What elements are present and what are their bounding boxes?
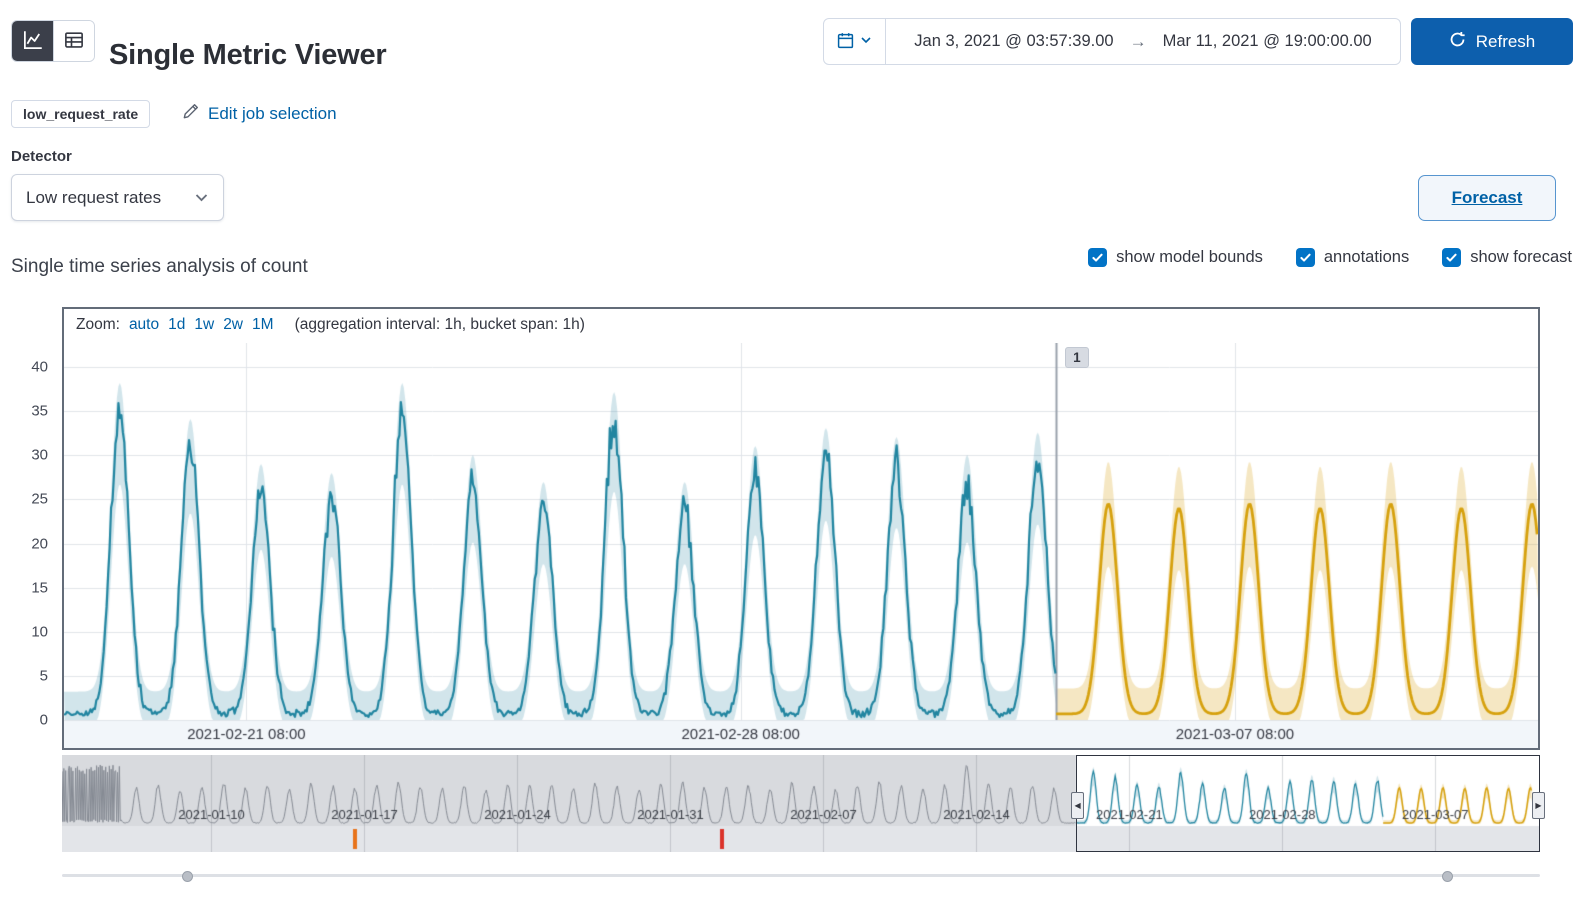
navigator-selection-brush[interactable]: ◀ ▶ bbox=[1071, 755, 1545, 852]
job-id-badge: low_request_rate bbox=[11, 100, 151, 128]
chevron-down-icon bbox=[860, 34, 872, 49]
zoom-option-1M[interactable]: 1M bbox=[252, 316, 274, 334]
single-metric-viewer-page: Single Metric Viewer Jan 3, 2021 @ 03:57… bbox=[0, 0, 1584, 904]
zoom-option-auto[interactable]: auto bbox=[129, 316, 159, 334]
show-forecast-checkbox[interactable]: show forecast bbox=[1442, 248, 1572, 267]
y-axis-label: 40 bbox=[31, 358, 48, 376]
edit-job-selection-label: Edit job selection bbox=[208, 104, 337, 123]
table-icon bbox=[64, 30, 84, 53]
refresh-icon bbox=[1449, 31, 1466, 53]
checkbox-checked-icon bbox=[1088, 248, 1108, 267]
checkbox-label: annotations bbox=[1323, 248, 1410, 266]
start-date-button[interactable]: Jan 3, 2021 @ 03:57:39.00 bbox=[914, 32, 1113, 51]
detector-select[interactable]: Low request rates bbox=[11, 174, 224, 221]
y-axis-label: 0 bbox=[39, 711, 48, 729]
y-axis-label: 30 bbox=[31, 446, 48, 464]
annotations-checkbox[interactable]: annotations bbox=[1295, 248, 1410, 267]
checkbox-checked-icon bbox=[1442, 248, 1462, 267]
detector-selected-value: Low request rates bbox=[26, 187, 162, 207]
y-axis-label: 10 bbox=[31, 623, 48, 641]
zoom-label: Zoom: bbox=[76, 316, 120, 333]
zoom-option-1w[interactable]: 1w bbox=[194, 316, 214, 334]
calendar-icon bbox=[837, 32, 854, 52]
range-slider-right-handle[interactable] bbox=[1442, 871, 1453, 882]
date-range: Jan 3, 2021 @ 03:57:39.00 → Mar 11, 2021… bbox=[886, 19, 1400, 64]
zoom-bar: Zoom: auto 1d 1w 2w 1M (aggregation inte… bbox=[76, 316, 585, 334]
zoom-option-2w[interactable]: 2w bbox=[223, 316, 243, 334]
annotation-marker-badge[interactable]: 1 bbox=[1065, 347, 1089, 368]
end-date-button[interactable]: Mar 11, 2021 @ 19:00:00.00 bbox=[1163, 32, 1372, 51]
checkbox-label: show forecast bbox=[1470, 248, 1572, 266]
y-axis-label: 20 bbox=[31, 535, 48, 552]
y-axis-labels: 0 5 10 15 20 25 30 35 40 bbox=[0, 0, 50, 904]
chevron-down-icon bbox=[194, 190, 209, 205]
chart-option-checkboxes: show model bounds annotations show forec… bbox=[1088, 248, 1572, 267]
line-chart-icon bbox=[23, 30, 43, 53]
main-timeseries-chart[interactable] bbox=[64, 343, 1538, 748]
checkbox-label: show model bounds bbox=[1116, 248, 1263, 266]
detector-label: Detector bbox=[11, 148, 72, 165]
forecast-button[interactable]: Forecast bbox=[1418, 175, 1556, 221]
aggregation-info: (aggregation interval: 1h, bucket span: … bbox=[294, 316, 585, 333]
view-toggle-group bbox=[11, 20, 95, 62]
brush-left-handle[interactable]: ◀ bbox=[1071, 792, 1085, 819]
pencil-icon bbox=[182, 103, 199, 125]
brush-right-handle[interactable]: ▶ bbox=[1531, 792, 1545, 819]
time-range-slider bbox=[62, 871, 1540, 882]
y-axis-label: 15 bbox=[31, 579, 48, 597]
zoom-option-1d[interactable]: 1d bbox=[168, 316, 185, 334]
main-chart-panel: Zoom: auto 1d 1w 2w 1M (aggregation inte… bbox=[62, 307, 1540, 750]
table-view-button[interactable] bbox=[53, 21, 94, 61]
y-axis-label: 5 bbox=[39, 667, 48, 685]
edit-job-selection-link[interactable]: Edit job selection bbox=[182, 100, 337, 128]
y-axis-label: 25 bbox=[31, 490, 48, 508]
chart-view-button[interactable] bbox=[12, 21, 53, 61]
arrow-right-icon: → bbox=[1129, 31, 1147, 51]
refresh-button-label: Refresh bbox=[1475, 31, 1536, 51]
y-axis-label: 35 bbox=[31, 402, 48, 420]
time-range-picker: Jan 3, 2021 @ 03:57:39.00 → Mar 11, 2021… bbox=[823, 18, 1401, 65]
range-slider-left-handle[interactable] bbox=[182, 871, 193, 882]
checkbox-checked-icon bbox=[1295, 248, 1315, 267]
page-title: Single Metric Viewer bbox=[109, 39, 387, 72]
show-model-bounds-checkbox[interactable]: show model bounds bbox=[1088, 248, 1263, 267]
quick-select-button[interactable] bbox=[824, 19, 886, 64]
refresh-button[interactable]: Refresh bbox=[1411, 18, 1573, 65]
analysis-heading: Single time series analysis of count bbox=[11, 256, 308, 277]
range-slider-track[interactable] bbox=[62, 874, 1540, 877]
